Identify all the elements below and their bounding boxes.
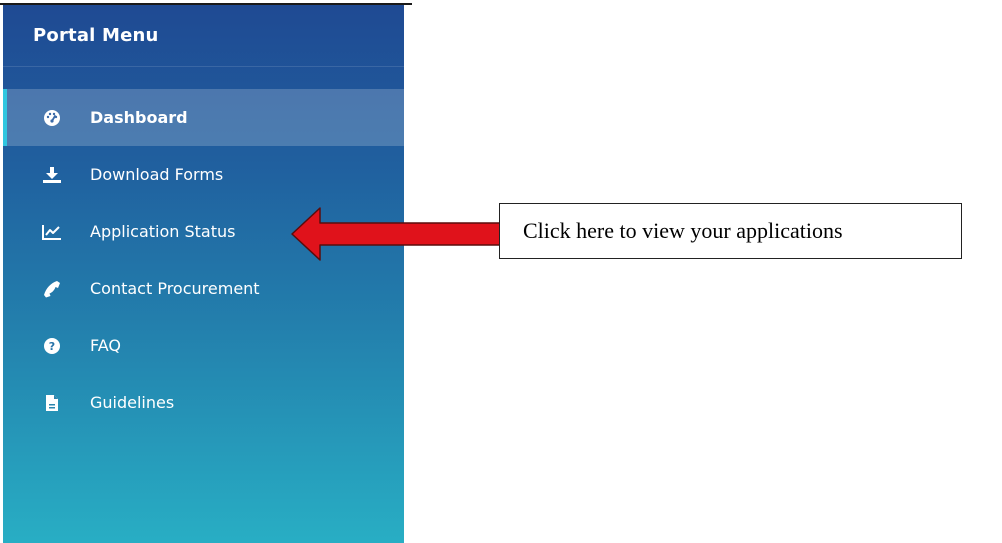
sidebar-title: Portal Menu bbox=[33, 25, 159, 46]
sidebar-item-faq[interactable]: ? FAQ bbox=[3, 317, 404, 374]
sidebar-item-label: Dashboard bbox=[90, 108, 188, 127]
phone-icon bbox=[42, 279, 62, 299]
svg-text:?: ? bbox=[49, 340, 55, 353]
sidebar: Portal Menu Dashboard Download Forms App… bbox=[3, 5, 404, 543]
callout-text: Click here to view your applications bbox=[523, 218, 843, 243]
sidebar-header: Portal Menu bbox=[3, 5, 404, 67]
sidebar-item-label: Guidelines bbox=[90, 393, 175, 412]
sidebar-item-label: FAQ bbox=[90, 336, 121, 355]
sidebar-item-label: Application Status bbox=[90, 222, 236, 241]
download-icon bbox=[42, 165, 62, 185]
dashboard-gauge-icon bbox=[42, 108, 62, 128]
sidebar-item-label: Contact Procurement bbox=[90, 279, 260, 298]
screenshot-canvas: Portal Menu Dashboard Download Forms App… bbox=[0, 0, 1002, 543]
document-icon bbox=[42, 393, 62, 413]
sidebar-item-label: Download Forms bbox=[90, 165, 224, 184]
sidebar-item-dashboard[interactable]: Dashboard bbox=[3, 89, 404, 146]
sidebar-item-guidelines[interactable]: Guidelines bbox=[3, 374, 404, 431]
callout-arrow bbox=[291, 207, 501, 261]
line-chart-icon bbox=[42, 222, 62, 242]
sidebar-item-contact-procurement[interactable]: Contact Procurement bbox=[3, 260, 404, 317]
callout-box: Click here to view your applications bbox=[499, 203, 962, 259]
question-circle-icon: ? bbox=[42, 336, 62, 356]
sidebar-item-download-forms[interactable]: Download Forms bbox=[3, 146, 404, 203]
